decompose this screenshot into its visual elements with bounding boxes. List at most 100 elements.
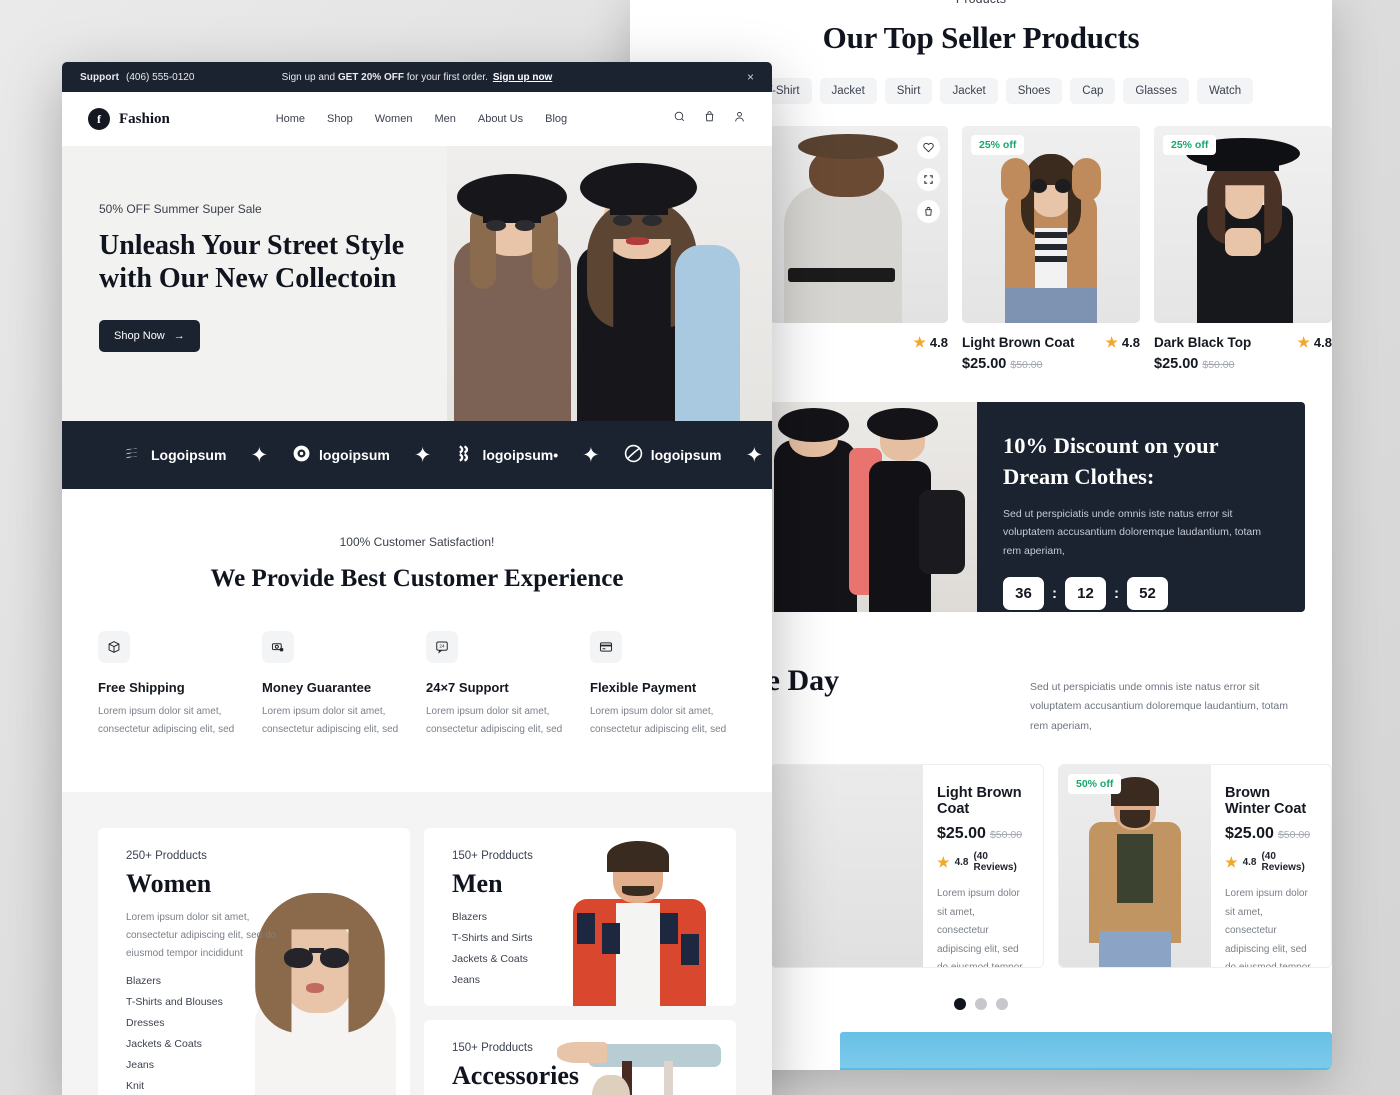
svg-text:24: 24 xyxy=(439,643,445,648)
category-item-list: Blazers T-Shirts and Blouses Dresses Jac… xyxy=(126,975,286,1095)
carousel-dot-1[interactable] xyxy=(954,998,966,1011)
category-description: Lorem ipsum dolor sit amet, consectetur … xyxy=(126,912,277,959)
category-card-men[interactable]: 150+ Prodducts Men Blazers T-Shirts and … xyxy=(424,828,736,1006)
product-price: $25.00 $50.00 xyxy=(1154,356,1235,372)
hero-section: 50% OFF Summer Super Sale Unleash Your S… xyxy=(62,146,772,421)
bag-icon[interactable] xyxy=(703,110,716,128)
search-icon[interactable] xyxy=(673,110,686,128)
nav-item-shop[interactable]: Shop xyxy=(327,113,353,125)
expand-icon[interactable] xyxy=(917,168,940,191)
category-card-women[interactable]: 250+ Prodducts Women Lorem ipsum dolor s… xyxy=(98,828,410,1095)
category-column: 250+ Prodducts Women Lorem ipsum dolor s… xyxy=(98,828,410,1095)
category-list-item[interactable]: T-Shirts and Blouses xyxy=(126,996,286,1008)
bag-icon[interactable] xyxy=(917,200,940,223)
filter-chip-shirt[interactable]: Shirt xyxy=(884,78,933,104)
product-rating: ★ 4.8 xyxy=(1297,334,1332,351)
filter-chip-glasses[interactable]: Glasses xyxy=(1123,78,1189,104)
deal-reviews-count: (40 Reviews) xyxy=(973,851,1017,874)
feature-item: Money Guarantee Lorem ipsum dolor sit am… xyxy=(262,631,408,738)
category-list-item[interactable]: Knit xyxy=(126,1080,286,1092)
partner-logo-label: logoipsum xyxy=(650,447,722,463)
deal-card[interactable]: Light Brown Coat $25.00 $50.00 ★ 4.8 (40 … xyxy=(770,764,1044,969)
product-card[interactable]: 25% off Light Brown Coat ★ 4.8 $25.00 $50… xyxy=(962,126,1140,372)
partner-logo-label: logoipsum• xyxy=(482,447,559,463)
nav-item-about-us[interactable]: About Us xyxy=(478,113,523,125)
section-eyebrow: Products xyxy=(630,0,1332,6)
category-list-item[interactable]: Blazers xyxy=(452,911,533,923)
brand-logo[interactable]: f Fashion xyxy=(88,108,170,130)
partner-logo-strip: Logoipsum ✦ logoipsum ✦ logoipsum• ✦ log… xyxy=(62,421,772,489)
product-card[interactable]: ★ 4.8 xyxy=(770,126,948,372)
deal-product-description: Lorem ipsum dolor sit amet, consectetur … xyxy=(937,888,1023,969)
deal-product-old-price: $50.00 xyxy=(989,829,1023,842)
nav-item-men[interactable]: Men xyxy=(434,113,455,125)
box-icon xyxy=(98,631,130,663)
deal-card-image xyxy=(771,765,923,968)
category-card-body: 150+ Prodducts Accessories xyxy=(424,1020,579,1095)
nav-item-blog[interactable]: Blog xyxy=(545,113,567,125)
hero-image xyxy=(447,146,772,421)
product-rating-value: 4.8 xyxy=(1313,335,1332,350)
filter-chip-jacket[interactable]: Jacket xyxy=(819,78,877,104)
signup-now-link[interactable]: Sign up now xyxy=(493,72,552,83)
category-list-item[interactable]: Dresses xyxy=(126,1017,286,1029)
category-list-item[interactable]: Blazers xyxy=(126,975,286,987)
carousel-dot-2[interactable] xyxy=(975,998,987,1011)
section-title: Our Top Seller Products xyxy=(822,20,1140,55)
partner-logo: logoipsum• xyxy=(455,444,558,466)
category-list-item[interactable]: Jeans xyxy=(452,974,533,986)
deal-description: Sed ut perspiciatis unde omnis iste natu… xyxy=(1030,681,1288,732)
discount-badge: 50% off xyxy=(1068,774,1122,795)
announcement-bar: Support (406) 555-0120 Sign up and GET 2… xyxy=(62,62,772,92)
star-icon: ★ xyxy=(1297,334,1310,350)
feature-title: 24×7 Support xyxy=(426,680,509,695)
brand-mark-icon: f xyxy=(88,108,110,130)
category-card-accessories[interactable]: 150+ Prodducts Accessories xyxy=(424,1020,736,1095)
promo-suffix: for your first order. xyxy=(403,71,488,83)
filter-chip-cap[interactable]: Cap xyxy=(1070,78,1116,104)
discount-banner-image xyxy=(770,402,977,612)
carousel-dot-3[interactable] xyxy=(996,998,1008,1011)
filter-chip-shoes[interactable]: Shoes xyxy=(1005,78,1063,104)
deal-product-rating: ★ 4.8 (40 Reviews) xyxy=(937,851,1027,873)
nav-item-women[interactable]: Women xyxy=(375,113,413,125)
countdown-hours: 36 xyxy=(1003,577,1044,611)
deal-product-old-price: $50.00 xyxy=(1277,829,1311,842)
category-product-count: 150+ Prodducts xyxy=(452,850,533,862)
feature-item: 24 24×7 Support Lorem ipsum dolor sit am… xyxy=(426,631,572,738)
partner-logo: Logoipsum xyxy=(124,444,226,466)
product-card[interactable]: 25% off Dark Black Top ★ 4.8 $25.00 $50.0… xyxy=(1154,126,1332,372)
deal-card[interactable]: 50% off Brown Winter Coat $25.00 $50.00 ★… xyxy=(1058,764,1332,969)
category-list-item[interactable]: Jeans xyxy=(126,1059,286,1071)
features-grid: Free Shipping Lorem ipsum dolor sit amet… xyxy=(98,631,736,738)
close-icon[interactable]: × xyxy=(747,70,754,84)
deal-card-grid: Light Brown Coat $25.00 $50.00 ★ 4.8 (40 … xyxy=(770,764,1332,969)
partner-logo-label: logoipsum xyxy=(319,447,390,463)
category-list-item[interactable]: Jackets & Coats xyxy=(126,1038,286,1050)
category-list-item[interactable]: T-Shirts and Sirts xyxy=(452,932,533,944)
product-image: 25% off xyxy=(1154,126,1332,323)
deal-card-info: Brown Winter Coat $25.00 $50.00 ★ 4.8 (40… xyxy=(1211,765,1331,967)
user-icon[interactable] xyxy=(733,110,746,128)
countdown-minutes: 12 xyxy=(1065,577,1106,611)
countdown-separator: : xyxy=(1052,585,1057,603)
deal-rating-value: 4.8 xyxy=(954,856,969,868)
features-heading: We Provide Best Customer Experience xyxy=(210,565,624,592)
deal-card-image: 50% off xyxy=(1059,765,1211,968)
star-icon: ★ xyxy=(1225,853,1238,870)
product-grid: ★ 4.8 25% off Light Brown Coat ★ 4.8 $25… xyxy=(770,104,1332,372)
screenshot-stage: Products Our Top Seller Products All T-S… xyxy=(0,0,1400,1095)
nav-item-home[interactable]: Home xyxy=(276,113,305,125)
card-icon xyxy=(590,631,622,663)
features-section: 100% Customer Satisfaction! We Provide B… xyxy=(62,489,772,792)
filter-chip-watch[interactable]: Watch xyxy=(1196,78,1254,104)
filter-chip-jacket-2[interactable]: Jacket xyxy=(940,78,998,104)
category-list-item[interactable]: Jackets & Coats xyxy=(452,953,533,965)
category-column: 150+ Prodducts Men Blazers T-Shirts and … xyxy=(424,828,736,1095)
shop-now-button[interactable]: Shop Now → xyxy=(99,319,200,352)
heart-icon[interactable] xyxy=(917,136,940,159)
category-product-count: 250+ Prodducts xyxy=(126,850,207,862)
product-price: $25.00 $50.00 xyxy=(962,356,1043,372)
category-card-body: 150+ Prodducts Men Blazers T-Shirts and … xyxy=(424,828,533,1006)
star-icon: ★ xyxy=(1105,334,1118,350)
